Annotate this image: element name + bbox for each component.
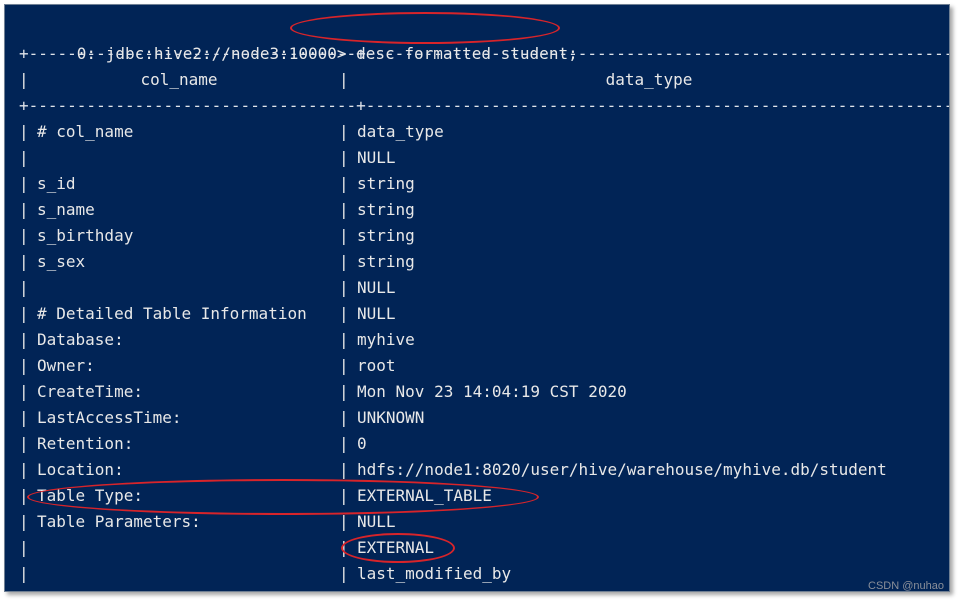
table-row: | LastAccessTime: | UNKNOWN	[5, 405, 949, 431]
cell-data-type: EXTERNAL_TABLE	[357, 486, 492, 505]
cell-col-name: s_id	[37, 174, 76, 193]
table-row: | s_sex | string	[5, 249, 949, 275]
cell-data-type: last_modified_by	[357, 564, 512, 583]
table-row: | Table Type: | EXTERNAL_TABLE	[5, 483, 949, 509]
cell-col-name: s_name	[37, 200, 95, 219]
table-row: | # Detailed Table Information | NULL	[5, 301, 949, 327]
header-col-name: col_name	[140, 70, 218, 89]
cell-col-name: Table Parameters:	[37, 512, 201, 531]
cell-data-type: EXTERNAL	[357, 538, 435, 557]
cell-col-name: Retention:	[37, 434, 134, 453]
table-row: | Table Parameters: | NULL	[5, 509, 949, 535]
cell-data-type: data_type	[357, 122, 444, 141]
table-row: | s_id | string	[5, 171, 949, 197]
cell-data-type: hdfs://node1:8020/user/hive/warehouse/my…	[357, 460, 887, 479]
table-header-row: | col_name | data_type	[5, 67, 949, 93]
table-row: | s_birthday | string	[5, 223, 949, 249]
cell-data-type: string	[357, 200, 415, 219]
table-row: | s_name | string	[5, 197, 949, 223]
watermark: CSDN @nuhao	[868, 580, 944, 592]
cell-col-name: # Detailed Table Information	[37, 304, 307, 323]
cell-data-type: string	[357, 174, 415, 193]
cell-data-type: NULL	[357, 148, 396, 167]
table-row: | CreateTime: | Mon Nov 23 14:04:19 CST …	[5, 379, 949, 405]
cell-col-name: Location:	[37, 460, 124, 479]
terminal-window[interactable]: 0: jdbc:hive2://node3:10000> desc format…	[4, 4, 950, 592]
cell-col-name: # col_name	[37, 122, 134, 141]
cell-col-name: s_birthday	[37, 226, 134, 245]
cell-data-type: NULL	[357, 304, 396, 323]
cell-data-type: UNKNOWN	[357, 408, 425, 427]
table-row: | | last_modified_by	[5, 561, 949, 587]
cell-col-name: Table Type:	[37, 486, 143, 505]
table-row: | | NULL	[5, 145, 949, 171]
table-row: | Retention: | 0	[5, 431, 949, 457]
table-row: | | EXTERNAL	[5, 535, 949, 561]
cell-data-type: NULL	[357, 512, 396, 531]
table-row: | Location: | hdfs://node1:8020/user/hiv…	[5, 457, 949, 483]
table-row: | | NULL	[5, 275, 949, 301]
cell-col-name: Owner:	[37, 356, 95, 375]
cell-data-type: 0	[357, 434, 367, 453]
table-row: | Owner: | root	[5, 353, 949, 379]
cell-data-type: NULL	[357, 278, 396, 297]
cell-data-type: Mon Nov 23 14:04:19 CST 2020	[357, 382, 627, 401]
cell-data-type: myhive	[357, 330, 415, 349]
cell-data-type: string	[357, 252, 415, 271]
cell-data-type: string	[357, 226, 415, 245]
cell-data-type: root	[357, 356, 396, 375]
table-row: | Database: | myhive	[5, 327, 949, 353]
cell-col-name: Database:	[37, 330, 124, 349]
screenshot-frame: 0: jdbc:hive2://node3:10000> desc format…	[0, 0, 960, 600]
cell-col-name: CreateTime:	[37, 382, 143, 401]
table-border-header: +----------------------------------+----…	[19, 96, 950, 115]
command-line: 0: jdbc:hive2://node3:10000> desc format…	[19, 15, 578, 63]
table-row: | # col_name | data_type	[5, 119, 949, 145]
table-border-top: +----------------------------------+----…	[19, 44, 950, 63]
header-data-type: data_type	[605, 70, 693, 89]
cell-col-name: LastAccessTime:	[37, 408, 182, 427]
cell-col-name: s_sex	[37, 252, 86, 271]
